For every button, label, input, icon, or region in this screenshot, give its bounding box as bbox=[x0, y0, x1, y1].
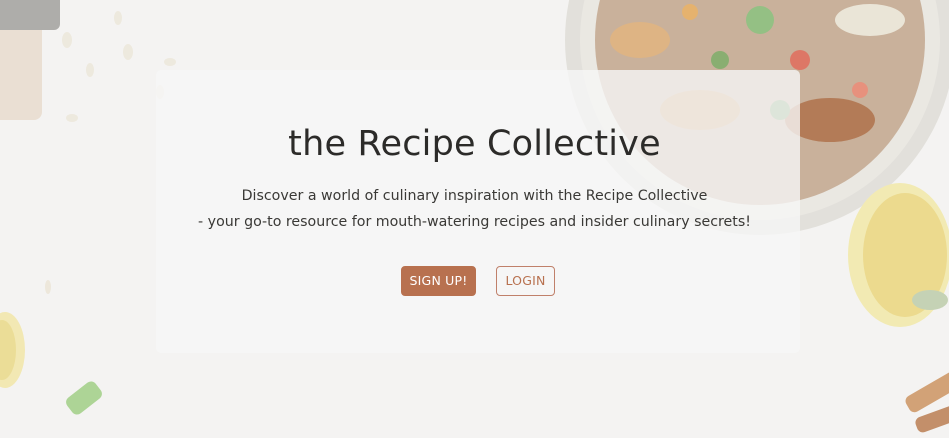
hero-description-line-2: - your go-to resource for mouth-watering… bbox=[198, 214, 751, 230]
hero-description-line-1: Discover a world of culinary inspiration… bbox=[241, 188, 708, 204]
sign-up-button[interactable]: SIGN UP! bbox=[401, 266, 476, 296]
login-button[interactable]: LOGIN bbox=[496, 266, 555, 296]
hero-description: Discover a world of culinary inspiration… bbox=[140, 183, 809, 235]
page-title: the Recipe Collective bbox=[288, 124, 661, 164]
